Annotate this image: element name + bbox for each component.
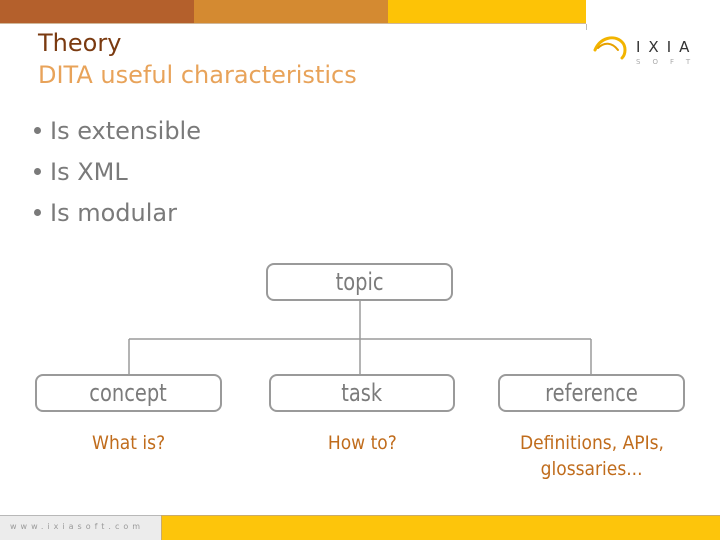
concept-caption: What is? — [91, 432, 166, 454]
footer-color-bar — [161, 515, 720, 540]
footer-url-panel: www.ixiasoft.com — [0, 515, 161, 540]
reference-box: reference — [498, 374, 685, 412]
task-caption: How to? — [327, 432, 397, 454]
reference-caption: Definitions, APIs, glossaries... — [519, 432, 664, 480]
task-box: task — [269, 374, 455, 412]
topic-box: topic — [266, 263, 453, 301]
concept-box: concept — [35, 374, 222, 412]
footer-url: www.ixiasoft.com — [10, 522, 145, 531]
